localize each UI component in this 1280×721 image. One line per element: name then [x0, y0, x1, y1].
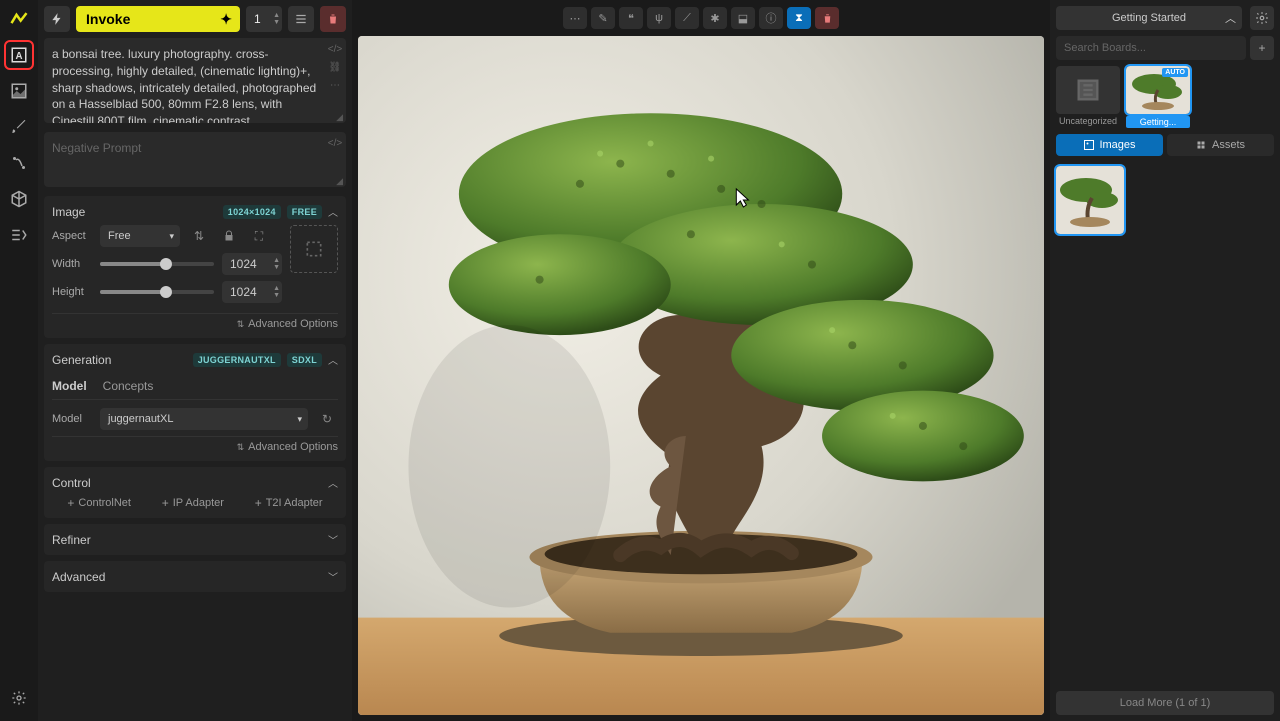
image-title: Image: [52, 205, 85, 219]
advanced-section-header[interactable]: Advanced ﹀: [52, 569, 338, 584]
add-ip-adapter-button[interactable]: +IP Adapter: [162, 496, 224, 510]
cube-icon[interactable]: [6, 186, 32, 212]
frame-icon[interactable]: ⛶: [248, 225, 270, 247]
tab-model[interactable]: Model: [52, 373, 87, 399]
bolt-icon[interactable]: [44, 6, 70, 32]
height-slider[interactable]: [100, 290, 214, 294]
image-icon[interactable]: [6, 78, 32, 104]
positive-prompt-input[interactable]: [44, 38, 346, 123]
width-slider[interactable]: [100, 262, 214, 266]
code-toggle-icon[interactable]: </>: [328, 136, 342, 150]
wand-icon[interactable]: ✎: [591, 7, 615, 29]
model-badge: JUGGERNAUTXL: [193, 353, 281, 367]
clear-queue-button[interactable]: [320, 6, 346, 32]
lock-icon[interactable]: [218, 225, 240, 247]
negative-prompt-input[interactable]: [44, 132, 346, 187]
width-input[interactable]: 1024 ▲▼: [222, 253, 282, 275]
star-icon[interactable]: ✱: [703, 7, 727, 29]
gallery-thumbnail[interactable]: [1056, 166, 1124, 234]
sparkle-icon: ✦: [220, 11, 232, 28]
aspect-preview: [290, 225, 338, 273]
queue-list-icon[interactable]: [288, 6, 314, 32]
model-label: Model: [52, 413, 92, 425]
board-getting-started[interactable]: AUTO Getting...: [1126, 66, 1190, 128]
height-input[interactable]: 1024 ▲▼: [222, 281, 282, 303]
auto-badge: AUTO: [1162, 68, 1188, 77]
width-label: Width: [52, 258, 92, 270]
board-header[interactable]: Getting Started ︿: [1056, 6, 1242, 30]
add-t2i-adapter-button[interactable]: +T2I Adapter: [255, 496, 323, 510]
refiner-title: Refiner: [52, 533, 91, 547]
text-tool-icon[interactable]: A: [6, 42, 32, 68]
seed-icon[interactable]: ψ: [647, 7, 671, 29]
chevron-up-icon: ︿: [328, 475, 338, 490]
model-select[interactable]: juggernautXL ▾: [100, 408, 308, 430]
more-icon[interactable]: ⋯: [563, 7, 587, 29]
tab-concepts[interactable]: Concepts: [103, 373, 154, 399]
quote-icon[interactable]: ❝: [619, 7, 643, 29]
settings-gear-icon[interactable]: [6, 685, 32, 711]
code-toggle-icon[interactable]: </>: [328, 42, 342, 56]
control-title: Control: [52, 476, 91, 490]
board-label: Getting...: [1126, 116, 1190, 128]
progress-toggle-icon[interactable]: ⧗: [787, 7, 811, 29]
aspect-select[interactable]: Free ▾: [100, 225, 180, 247]
generation-advanced-options[interactable]: ⇅ Advanced Options: [52, 436, 338, 453]
image-viewer[interactable]: [358, 36, 1044, 715]
refiner-section-header[interactable]: Refiner ﹀: [52, 532, 338, 547]
chevron-down-icon: ﹀: [328, 569, 338, 584]
tab-assets[interactable]: Assets: [1167, 134, 1274, 156]
size-badge: 1024×1024: [223, 205, 281, 219]
generation-section-header[interactable]: Generation JUGGERNAUTXL SDXL ︿: [52, 352, 338, 367]
delete-image-button[interactable]: [815, 7, 839, 29]
invoke-button[interactable]: Invoke ✦: [76, 6, 240, 32]
chevron-up-icon: ︿: [1225, 10, 1236, 26]
height-label: Height: [52, 286, 92, 298]
chevron-up-icon: ︿: [328, 204, 338, 219]
board-label: Uncategorized: [1059, 116, 1117, 126]
free-badge: FREE: [287, 205, 322, 219]
aspect-label: Aspect: [52, 230, 92, 242]
load-more-button[interactable]: Load More (1 of 1): [1056, 691, 1274, 715]
download-icon[interactable]: ⬓: [731, 7, 755, 29]
ruler-icon[interactable]: ⟋: [675, 7, 699, 29]
swap-icon[interactable]: ⇅: [188, 225, 210, 247]
extra-icon[interactable]: ⋯: [328, 78, 342, 92]
add-board-button[interactable]: +: [1250, 36, 1274, 60]
search-boards-input[interactable]: [1056, 36, 1246, 60]
resize-handle-icon[interactable]: ◢: [336, 176, 343, 187]
svg-text:A: A: [15, 51, 22, 62]
brush-icon[interactable]: [6, 114, 32, 140]
add-controlnet-button[interactable]: +ControlNet: [67, 496, 131, 510]
info-icon[interactable]: ⓘ: [759, 7, 783, 29]
image-advanced-options[interactable]: ⇅ Advanced Options: [52, 313, 338, 330]
tab-images[interactable]: Images: [1056, 134, 1163, 156]
image-section-header[interactable]: Image 1024×1024 FREE ︿: [52, 204, 338, 219]
nodes-icon[interactable]: [6, 150, 32, 176]
chevron-down-icon: ﹀: [328, 532, 338, 547]
app-logo-icon[interactable]: [6, 6, 32, 32]
iterations-input[interactable]: 1 ▲▼: [246, 6, 282, 32]
advanced-title: Advanced: [52, 570, 105, 584]
link-icon[interactable]: ⛓: [328, 60, 342, 74]
chevron-up-icon: ︿: [328, 352, 338, 367]
generation-title: Generation: [52, 353, 111, 367]
sdxl-badge: SDXL: [287, 353, 322, 367]
count-value: 1: [254, 12, 261, 26]
refresh-model-icon[interactable]: ↻: [316, 408, 338, 430]
resize-handle-icon[interactable]: ◢: [336, 112, 343, 123]
board-uncategorized[interactable]: Uncategorized: [1056, 66, 1120, 128]
control-section-header[interactable]: Control ︿: [52, 475, 338, 490]
gallery-settings-icon[interactable]: [1250, 6, 1274, 30]
invoke-label: Invoke: [86, 11, 130, 27]
queue-icon[interactable]: [6, 222, 32, 248]
